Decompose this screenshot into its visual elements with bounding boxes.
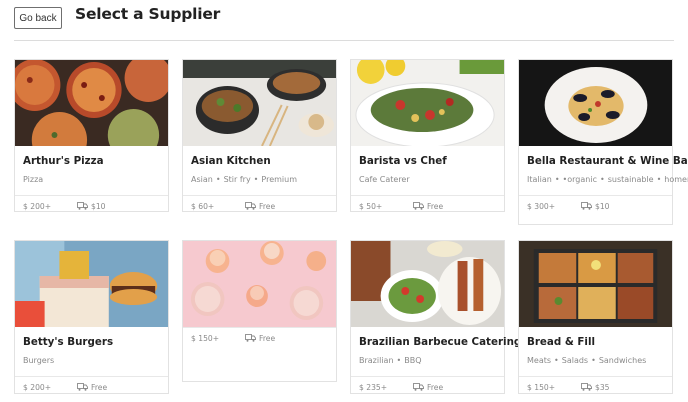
min-order: $ 200+ (23, 382, 52, 392)
supplier-name: Barista vs Chef (359, 155, 447, 167)
truck-icon (245, 334, 256, 342)
supplier-card-bella-restaurant[interactable]: Bella Restaurant & Wine Bar Italian • •org… (518, 59, 688, 225)
delivery-fee: Free (427, 382, 444, 392)
truck-icon (413, 202, 424, 210)
supplier-card-bread-fill[interactable]: Bread & Fill Meats • Salads • Sandwiches $ 1… (518, 240, 673, 394)
tag: homemade (664, 175, 688, 184)
supplier-tags: Cafe Caterer (359, 174, 496, 186)
supplier-image (519, 241, 672, 327)
min-order: $ 150+ (527, 382, 556, 392)
supplier-footer: $ 60+ Free (183, 195, 336, 216)
supplier-name: Arthur's Pizza (23, 155, 104, 167)
tag: sustainable (607, 175, 654, 184)
supplier-footer: $ 150+ $35 (519, 376, 672, 397)
supplier-card-barista-vs-chef[interactable]: Barista vs Chef Cafe Caterer $ 50+ Free (350, 59, 505, 212)
tag: Burgers (23, 356, 55, 365)
tag: Pizza (23, 175, 44, 184)
supplier-tags: Brazilian • BBQ (359, 356, 422, 365)
truck-icon (77, 383, 88, 391)
supplier-image (183, 241, 336, 327)
min-order: $ 60+ (191, 201, 215, 211)
supplier-card-brazilian-barbecue[interactable]: Brazilian Barbecue Catering Brazilian • BB… (350, 240, 522, 397)
tag: Salads (561, 356, 589, 365)
supplier-footer: $ 50+ Free (351, 195, 504, 216)
supplier-image (15, 60, 168, 146)
supplier-image (183, 60, 336, 146)
min-order: $ 50+ (359, 201, 383, 211)
truck-icon (245, 202, 256, 210)
supplier-tags: Italian••organic•sustainable•homemade (527, 174, 688, 186)
supplier-tags: Asian • Stir fry • Premium (191, 175, 297, 184)
supplier-footer: $ 235+ Free (351, 376, 504, 397)
delivery-fee: $10 (91, 201, 106, 211)
truck-icon (581, 383, 592, 391)
tag: Italian (527, 175, 552, 184)
tag: Cafe Caterer (359, 175, 410, 184)
supplier-footer: $ 200+ $10 (15, 195, 168, 216)
truck-icon (581, 202, 592, 210)
delivery-fee: $10 (595, 201, 610, 211)
supplier-card-bettys-burgers[interactable]: Betty's Burgers Burgers $ 200+ Free (14, 240, 169, 394)
supplier-footer: $ 150+ Free (183, 327, 336, 348)
page-title: Select a Supplier (75, 5, 221, 23)
tag: Sandwiches (598, 356, 647, 365)
delivery-fee: Free (91, 382, 108, 392)
tag: Meats (527, 356, 552, 365)
tag: Asian (191, 175, 213, 184)
go-back-button[interactable]: Go back (14, 7, 62, 29)
supplier-image (15, 241, 168, 327)
tag: Stir fry (223, 175, 251, 184)
supplier-tags: Burgers (23, 355, 160, 367)
truck-icon (413, 383, 424, 391)
tag: •organic (562, 175, 597, 184)
supplier-name: Asian Kitchen (191, 155, 271, 167)
delivery-fee: $35 (595, 382, 610, 392)
supplier-footer: $ 300+ $10 (519, 195, 672, 216)
supplier-name: Bread & Fill (527, 336, 596, 348)
tag: BBQ (404, 356, 422, 365)
supplier-image (519, 60, 672, 146)
delivery-fee: Free (427, 201, 444, 211)
truck-icon (77, 202, 88, 210)
min-order: $ 150+ (191, 333, 220, 343)
supplier-image (351, 241, 504, 327)
delivery-fee: Free (259, 333, 276, 343)
supplier-card-asian-kitchen[interactable]: Asian Kitchen Asian • Stir fry • Premium $ 6… (182, 59, 337, 212)
supplier-image (351, 60, 504, 146)
supplier-card-arthurs-pizza[interactable]: Arthur's Pizza Pizza $ 200+ $10 (14, 59, 169, 212)
tag: Premium (261, 175, 297, 184)
tag: Brazilian (359, 356, 394, 365)
min-order: $ 200+ (23, 201, 52, 211)
page-header: Go back Select a Supplier (14, 5, 674, 41)
supplier-tags: Pizza (23, 174, 160, 186)
delivery-fee: Free (259, 201, 276, 211)
supplier-name: Brazilian Barbecue Catering (359, 336, 522, 348)
supplier-card-boujee-baked[interactable]: $ 150+ Free (182, 240, 337, 382)
supplier-name: Bella Restaurant & Wine Bar (527, 155, 688, 167)
min-order: $ 235+ (359, 382, 388, 392)
supplier-name: Betty's Burgers (23, 336, 114, 348)
supplier-tags: Meats • Salads • Sandwiches (527, 356, 647, 365)
supplier-footer: $ 200+ Free (15, 376, 168, 397)
min-order: $ 300+ (527, 201, 556, 211)
